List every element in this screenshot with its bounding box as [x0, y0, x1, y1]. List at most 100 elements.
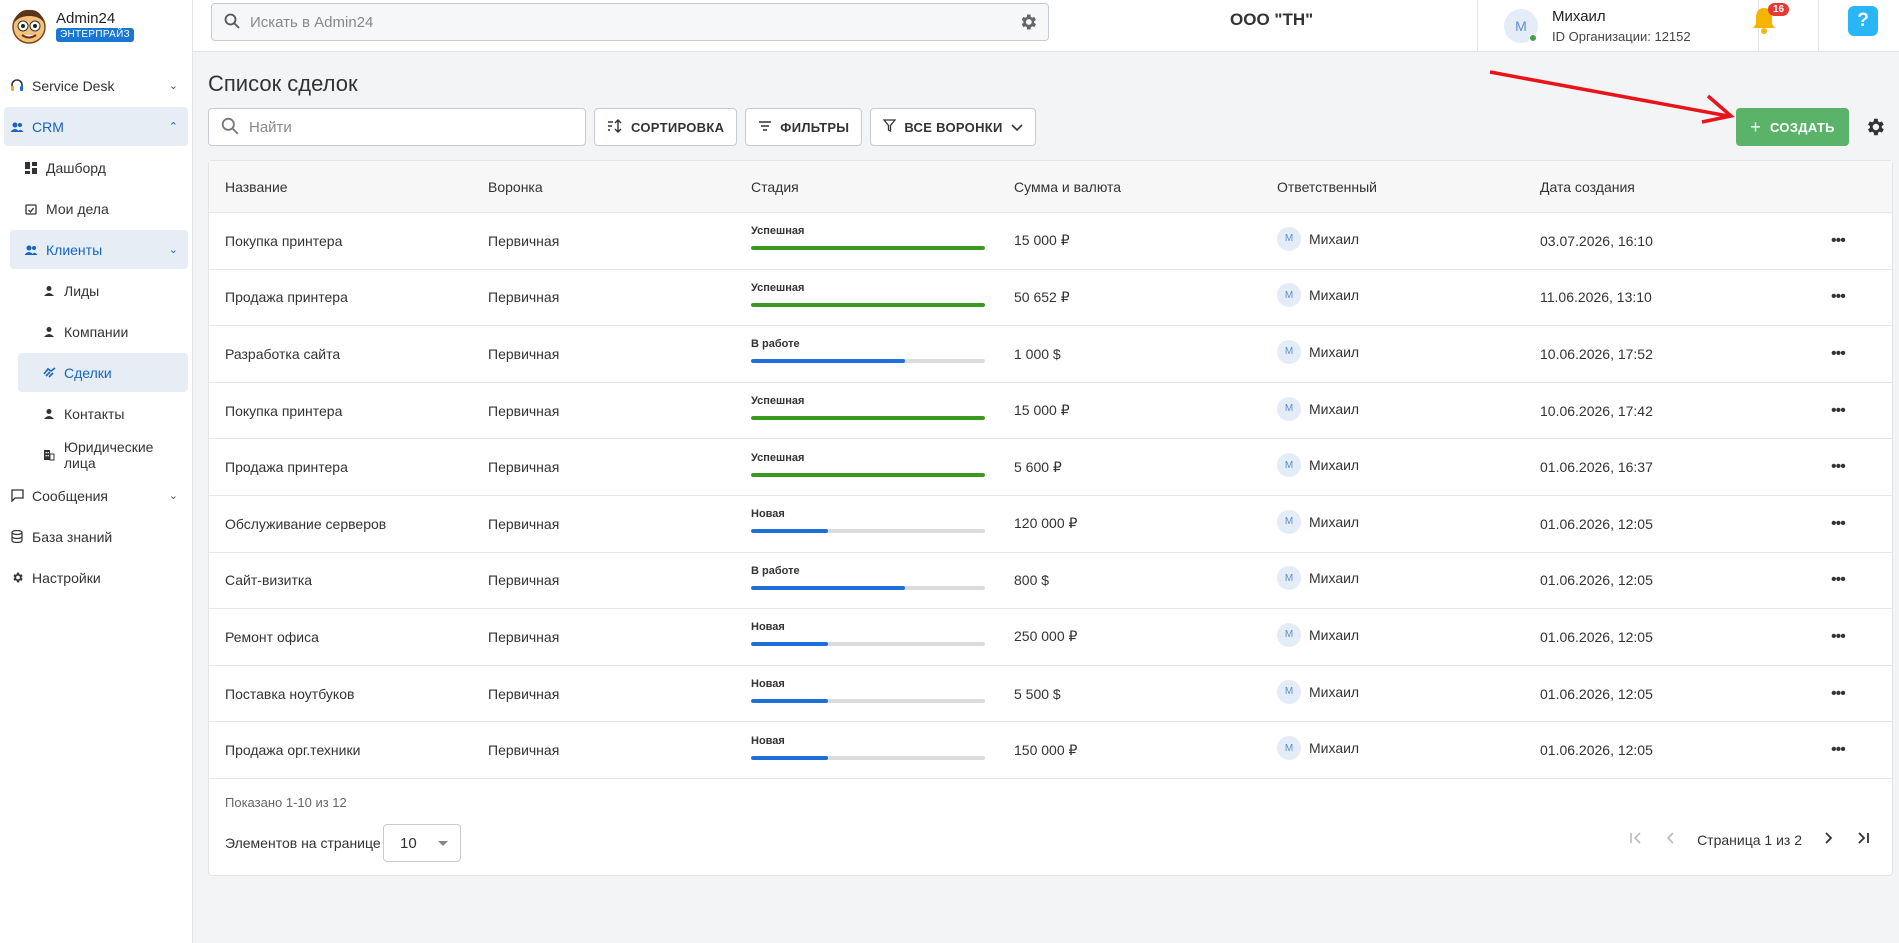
deal-name[interactable]: Продажа орг.техники	[225, 742, 360, 758]
deal-responsible[interactable]: М Михаил	[1277, 622, 1359, 647]
prev-page-icon[interactable]	[1665, 831, 1675, 848]
search-input[interactable]	[249, 118, 569, 136]
deal-amount: 50 652 ₽	[1014, 288, 1070, 305]
more-actions-icon[interactable]: •••	[1831, 345, 1846, 363]
stage-label: Успешная	[751, 281, 805, 294]
global-search[interactable]	[211, 3, 1049, 41]
more-actions-icon[interactable]: •••	[1831, 685, 1846, 703]
stage-progress-bar	[751, 699, 985, 704]
column-header[interactable]: Воронка	[488, 179, 543, 195]
deal-responsible[interactable]: М Михаил	[1277, 509, 1359, 534]
sidebar-item-crm[interactable]: CRM ⌃	[4, 107, 188, 146]
organization-name[interactable]: ООО "ТН"	[1230, 10, 1313, 30]
deal-name[interactable]: Покупка принтера	[225, 233, 342, 249]
table-row[interactable]: Разработка сайта Первичная В работе 1 000 $…	[209, 326, 1892, 383]
search-settings-gear-icon[interactable]	[1018, 12, 1038, 35]
deal-responsible[interactable]: М Михаил	[1277, 453, 1359, 478]
table-row[interactable]: Покупка принтера Первичная Успешная 15 000 …	[209, 213, 1892, 270]
deal-created-date: 11.06.2026, 13:10	[1540, 289, 1652, 306]
deals-search[interactable]	[208, 108, 586, 146]
deal-name[interactable]: Обслуживание серверов	[225, 516, 386, 532]
sort-button[interactable]: СОРТИРОВКА	[594, 108, 738, 146]
sidebar-item-my-tasks[interactable]: Мои дела	[10, 189, 188, 228]
deal-name[interactable]: Поставка ноутбуков	[225, 686, 354, 702]
column-header[interactable]: Ответственный	[1277, 179, 1377, 195]
deal-name[interactable]: Ремонт офиса	[225, 629, 319, 645]
chevron-up-icon: ⌃	[168, 121, 178, 133]
more-actions-icon[interactable]: •••	[1831, 402, 1846, 420]
sidebar-item-leads[interactable]: Лиды	[18, 271, 188, 310]
deal-created-date: 01.06.2026, 12:05	[1540, 572, 1653, 589]
sidebar-item-contacts[interactable]: Контакты	[18, 394, 188, 433]
stage-progress-fill	[751, 642, 829, 647]
filters-button[interactable]: ФИЛЬТРЫ	[745, 108, 863, 146]
deal-name[interactable]: Покупка принтера	[225, 403, 342, 419]
sidebar-item-settings[interactable]: Настройки	[4, 558, 188, 597]
deal-responsible[interactable]: М Михаил	[1277, 679, 1359, 704]
deal-name[interactable]: Продажа принтера	[225, 289, 348, 305]
building-icon	[42, 448, 56, 462]
stage-progress-bar	[751, 642, 985, 647]
deal-amount: 250 000 ₽	[1014, 628, 1078, 645]
brand[interactable]: Admin24 ЭНТЕРПРАЙЗ	[0, 0, 192, 52]
table-row[interactable]: Обслуживание серверов Первичная Новая 120 0…	[209, 496, 1892, 553]
sidebar-item-dashboard[interactable]: Дашборд	[10, 148, 188, 187]
people-icon	[10, 120, 24, 134]
sidebar-item-companies[interactable]: Компании	[18, 312, 188, 351]
deal-name[interactable]: Сайт-визитка	[225, 572, 312, 588]
deal-amount: 1 000 $	[1014, 345, 1061, 362]
deal-responsible[interactable]: М Михаил	[1277, 339, 1359, 364]
sidebar-item-label: Компании	[64, 323, 129, 340]
deal-responsible[interactable]: М Михаил	[1277, 283, 1359, 308]
create-button[interactable]: + СОЗДАТЬ	[1736, 108, 1849, 146]
stage-progress-fill	[751, 359, 906, 364]
more-actions-icon[interactable]: •••	[1831, 288, 1846, 306]
sidebar: Admin24 ЭНТЕРПРАЙЗ Service Desk ⌄ CRM ⌃ …	[0, 0, 193, 943]
first-page-icon[interactable]	[1629, 831, 1643, 848]
table-row[interactable]: Сайт-визитка Первичная В работе 800 $ М Михаи…	[209, 553, 1892, 610]
table-row[interactable]: Продажа принтера Первичная Успешная 50 652 …	[209, 270, 1892, 327]
funnels-dropdown[interactable]: ВСЕ ВОРОНКИ	[870, 108, 1036, 146]
more-actions-icon[interactable]: •••	[1831, 232, 1846, 250]
next-page-icon[interactable]	[1824, 831, 1834, 848]
column-header[interactable]: Дата создания	[1540, 179, 1635, 195]
sidebar-item-knowledge-base[interactable]: База знаний	[4, 517, 188, 556]
column-header[interactable]: Сумма и валюта	[1014, 179, 1121, 195]
stage-label: Новая	[751, 678, 785, 691]
sidebar-item-deals[interactable]: Сделки	[18, 353, 188, 392]
column-header[interactable]: Стадия	[751, 179, 985, 195]
table-row[interactable]: Покупка принтера Первичная Успешная 15 000 …	[209, 383, 1892, 440]
more-actions-icon[interactable]: •••	[1831, 515, 1846, 533]
organization-id: ID Организации: 12152	[1552, 29, 1691, 44]
table-row[interactable]: Ремонт офиса Первичная Новая 250 000 ₽ М Миха…	[209, 609, 1892, 666]
sidebar-item-messages[interactable]: Сообщения ⌄	[4, 476, 188, 515]
stage-progress-bar	[751, 416, 985, 421]
more-actions-icon[interactable]: •••	[1831, 741, 1846, 759]
sidebar-item-service-desk[interactable]: Service Desk ⌄	[4, 66, 188, 105]
notification-count-badge: 16	[1768, 3, 1790, 16]
more-actions-icon[interactable]: •••	[1831, 628, 1846, 646]
table-settings-gear-icon[interactable]	[1864, 116, 1886, 141]
column-header[interactable]: Название	[225, 179, 288, 195]
deal-stage: Новая	[751, 735, 985, 760]
deal-responsible[interactable]: М Михаил	[1277, 396, 1359, 421]
deal-responsible[interactable]: М Михаил	[1277, 226, 1359, 251]
per-page-select[interactable]: 10	[383, 824, 461, 862]
deal-responsible[interactable]: М Михаил	[1277, 566, 1359, 591]
help-button[interactable]: ?	[1848, 6, 1878, 36]
deal-responsible[interactable]: М Михаил	[1277, 736, 1359, 761]
deal-name[interactable]: Разработка сайта	[225, 346, 340, 362]
user-menu[interactable]: М Михаил ID Организации: 12152	[1504, 0, 1691, 52]
table-row[interactable]: Продажа орг.техники Первичная Новая 150 000…	[209, 722, 1892, 779]
global-search-input[interactable]	[250, 13, 1010, 31]
deal-name[interactable]: Продажа принтера	[225, 459, 348, 475]
sidebar-item-clients[interactable]: Клиенты ⌄	[10, 230, 188, 269]
table-row[interactable]: Поставка ноутбуков Первичная Новая 5 500 $ М…	[209, 666, 1892, 723]
table-row[interactable]: Продажа принтера Первичная Успешная 5 600 ₽…	[209, 439, 1892, 496]
last-page-icon[interactable]	[1856, 831, 1870, 848]
stage-progress-fill	[751, 302, 985, 307]
stage-progress-fill	[751, 585, 906, 590]
more-actions-icon[interactable]: •••	[1831, 458, 1846, 476]
more-actions-icon[interactable]: •••	[1831, 571, 1846, 589]
sidebar-item-legal-entities[interactable]: Юридические лица	[18, 435, 188, 474]
